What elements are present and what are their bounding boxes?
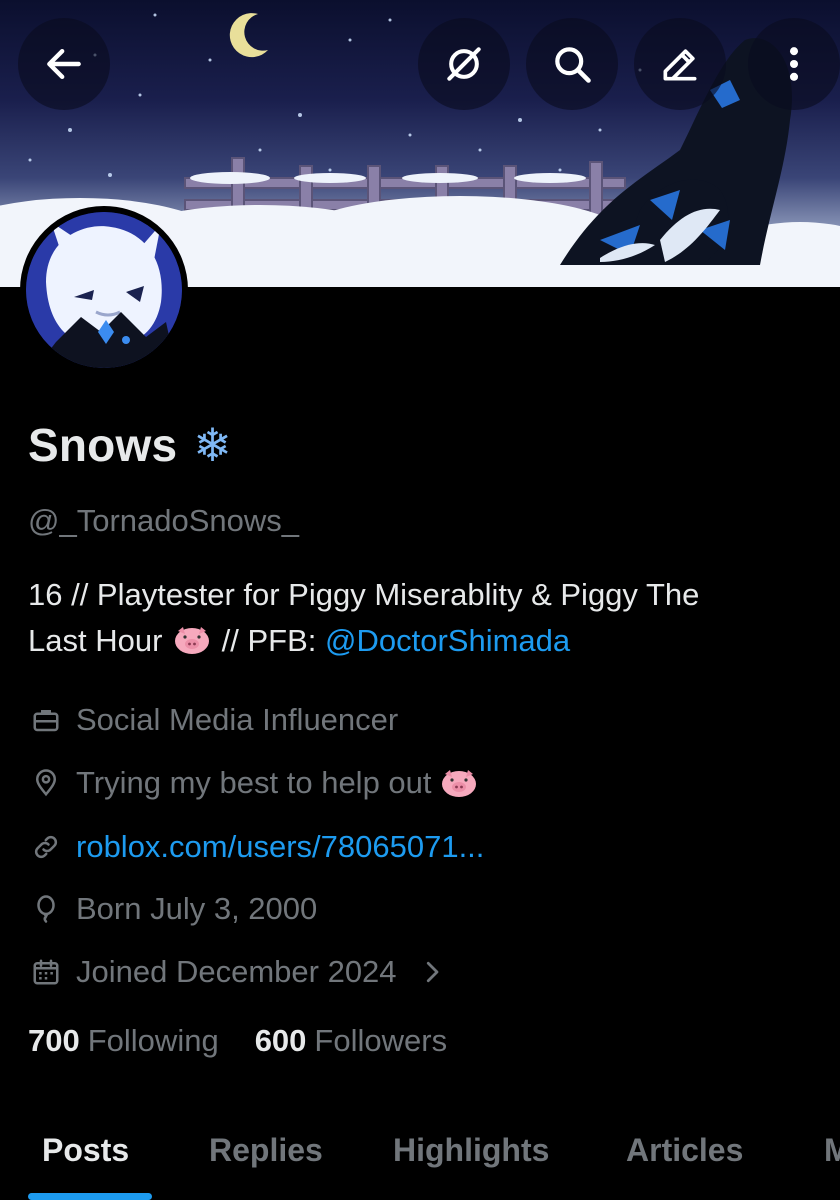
follow-stats: 700 Following 600 Followers <box>28 1023 447 1059</box>
link-icon <box>34 835 58 859</box>
chevron-right-icon <box>426 961 438 983</box>
location-pin-icon <box>35 769 57 797</box>
balloon-icon <box>37 895 55 923</box>
grok-button[interactable] <box>418 18 510 110</box>
search-icon <box>555 47 591 83</box>
user-handle: @_TornadoSnows_ <box>28 503 300 538</box>
profile-joined[interactable]: Joined December 2024 <box>30 949 447 995</box>
arrow-left-icon <box>47 48 81 80</box>
tab-media[interactable]: M <box>824 1132 840 1169</box>
followers-stat[interactable]: 600 Followers <box>255 1023 447 1059</box>
tab-replies[interactable]: Replies <box>209 1132 323 1169</box>
display-name-text: Snows <box>28 419 178 471</box>
tab-highlights[interactable]: Highlights <box>393 1132 549 1169</box>
birthday-text: Born July 3, 2000 <box>76 891 318 926</box>
profile-category: Social Media Influencer <box>30 697 398 743</box>
joined-text: Joined December 2024 <box>76 954 397 989</box>
profile-location: Trying my best to help out <box>30 760 480 806</box>
pig-face-icon <box>441 770 476 797</box>
bio-line-2: Last Hour // PFB: @DoctorShimada <box>28 618 840 664</box>
avatar-image <box>26 212 182 368</box>
location-text: Trying my best to help out <box>76 765 432 800</box>
search-button[interactable] <box>526 18 618 110</box>
bio-line-1: 16 // Playtester for Piggy Miserablity &… <box>28 577 700 612</box>
bio-text-middle: // PFB: <box>221 623 326 658</box>
following-label: Following <box>87 1023 219 1058</box>
profile-website: roblox.com/users/78065071... <box>30 824 484 870</box>
calendar-icon <box>33 959 59 985</box>
snowflake-icon: ❄ <box>193 419 232 471</box>
tab-posts[interactable]: Posts <box>42 1132 129 1169</box>
bio: 16 // Playtester for Piggy Miserablity &… <box>28 572 840 664</box>
grok-icon <box>447 47 481 81</box>
back-button[interactable] <box>18 18 110 110</box>
pencil-icon <box>663 49 697 81</box>
profile-birthday: Born July 3, 2000 <box>30 886 317 932</box>
bio-text-prefix: Last Hour <box>28 623 163 658</box>
following-stat[interactable]: 700 Following <box>28 1023 219 1059</box>
followers-count: 600 <box>254 1023 307 1058</box>
profile-tabs: Posts Replies Highlights Articles M <box>0 1120 840 1200</box>
edit-button[interactable] <box>634 18 726 110</box>
briefcase-icon <box>33 710 59 732</box>
avatar[interactable] <box>20 206 188 374</box>
more-vertical-icon <box>789 47 799 81</box>
tab-articles[interactable]: Articles <box>626 1132 743 1169</box>
display-name: Snows ❄ <box>28 418 232 472</box>
following-count: 700 <box>28 1023 80 1058</box>
bio-mention-link[interactable]: @DoctorShimada <box>325 623 570 658</box>
category-text: Social Media Influencer <box>76 702 399 737</box>
followers-label: Followers <box>314 1023 448 1058</box>
pig-face-icon <box>175 627 210 654</box>
website-link[interactable]: roblox.com/users/78065071... <box>76 829 484 865</box>
active-tab-indicator <box>28 1193 152 1200</box>
more-options-button[interactable] <box>748 18 840 110</box>
